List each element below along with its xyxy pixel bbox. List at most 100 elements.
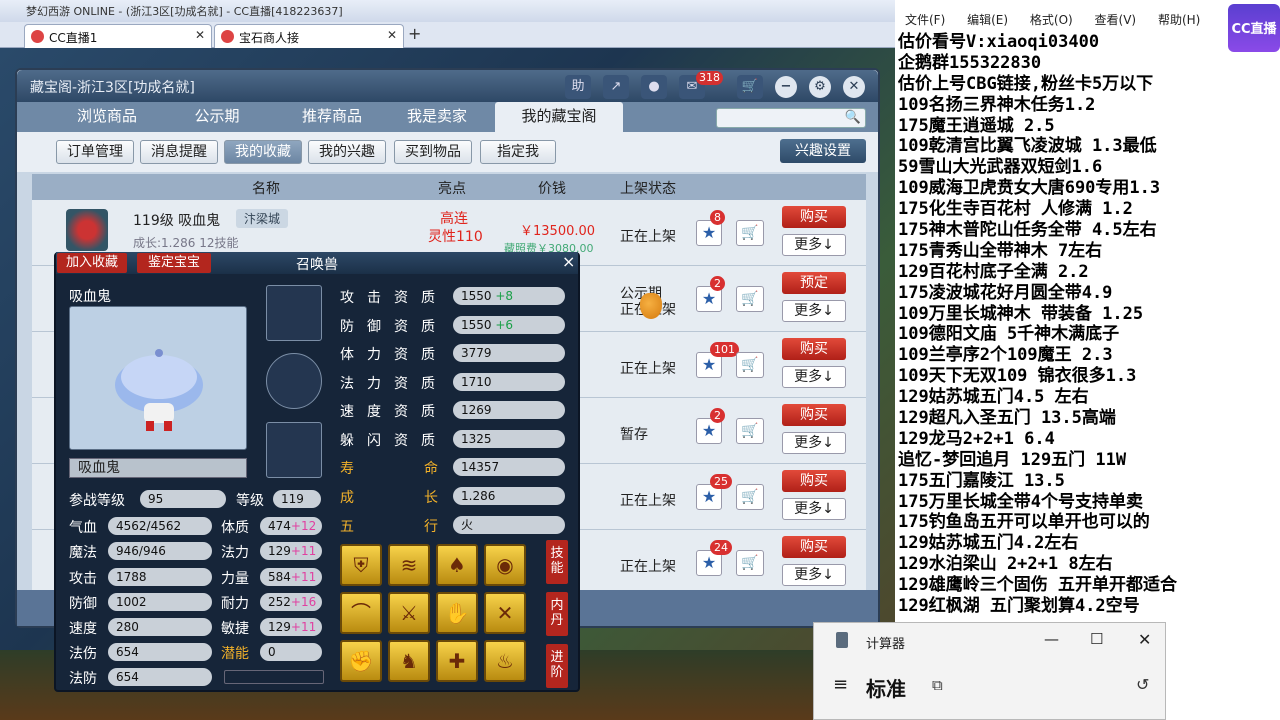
- my-favorites-button[interactable]: 我的收藏: [224, 140, 302, 164]
- add-favorite-button[interactable]: 加入收藏: [57, 253, 127, 273]
- cross-skill-icon[interactable]: ✚: [436, 640, 478, 682]
- message-reminder-button[interactable]: 消息提醒: [140, 140, 218, 164]
- cart-icon[interactable]: 🛒: [736, 418, 764, 444]
- message-icon[interactable]: ✉ 318: [679, 71, 723, 99]
- eye-skill-icon[interactable]: ◉: [484, 544, 526, 586]
- arm-skill-icon[interactable]: ✊: [340, 640, 382, 682]
- text-line: 129水泊梁山 2+2+1 8左右: [898, 554, 1113, 575]
- appraise-pet-button[interactable]: 鉴定宝宝: [137, 253, 211, 273]
- stat-value: 1002: [108, 593, 212, 611]
- gear-icon[interactable]: ⚙: [809, 76, 831, 98]
- close-tab-icon[interactable]: ✕: [387, 28, 397, 42]
- stat-value: 946/946: [108, 542, 212, 560]
- cart-icon[interactable]: 🛒: [736, 484, 764, 510]
- cart-icon[interactable]: 🛒: [737, 75, 763, 99]
- listing-growth: 成长:1.286 12技能: [133, 236, 239, 250]
- more-button[interactable]: 更多↓: [782, 564, 846, 586]
- attr-value: 129+11: [260, 618, 322, 636]
- attr-label: 力量: [221, 571, 249, 587]
- column-status: 上架状态: [620, 181, 676, 197]
- tab-gem-merchant[interactable]: 宝石商人接 ✕: [214, 24, 404, 48]
- more-button[interactable]: 更多↓: [782, 234, 846, 256]
- maximize-button[interactable]: ☐: [1090, 630, 1103, 648]
- beast-skill-icon[interactable]: ♞: [388, 640, 430, 682]
- close-icon[interactable]: ×: [562, 252, 575, 271]
- close-icon[interactable]: ✕: [843, 76, 865, 98]
- fang-skill-icon[interactable]: ♨: [484, 640, 526, 682]
- tab-browse[interactable]: 浏览商品: [57, 102, 157, 132]
- buy-button[interactable]: 购买: [782, 338, 846, 360]
- more-button[interactable]: 更多↓: [782, 432, 846, 454]
- share-icon[interactable]: ↗: [603, 75, 629, 99]
- interest-settings-button[interactable]: 兴趣设置: [780, 139, 866, 163]
- more-button[interactable]: 更多↓: [782, 300, 846, 322]
- figure-skill-icon[interactable]: ♠: [436, 544, 478, 586]
- buy-button[interactable]: 购买: [782, 470, 846, 492]
- hand-cursor-icon: [640, 293, 662, 319]
- reserve-button[interactable]: 预定: [782, 272, 846, 294]
- sword-skill-icon[interactable]: ⚔: [388, 592, 430, 634]
- notepad-text[interactable]: 估价看号V:xiaoqi03400 企鹅群155322830 估价上号CBG链接,粉…: [898, 32, 1278, 617]
- attr-label: 耐力: [221, 596, 249, 612]
- my-interests-button[interactable]: 我的兴趣: [308, 140, 386, 164]
- stat-value: 280: [108, 618, 212, 636]
- menu-help[interactable]: 帮助(H): [1158, 13, 1200, 27]
- tab-advance[interactable]: 进阶: [546, 644, 568, 688]
- keep-on-top-icon[interactable]: ⧉: [932, 676, 943, 694]
- ring-equipment-icon[interactable]: [266, 353, 322, 409]
- equipment-slot-icon[interactable]: [266, 285, 322, 341]
- slash-skill-icon[interactable]: ✕: [484, 592, 526, 634]
- attr-bonus: +16: [290, 595, 317, 609]
- search-icon[interactable]: 🔍: [845, 110, 861, 125]
- minimize-icon[interactable]: −: [775, 76, 797, 98]
- attr-value: 129+11: [260, 542, 322, 560]
- tab-seller[interactable]: 我是卖家: [387, 102, 487, 132]
- more-button[interactable]: 更多↓: [782, 366, 846, 388]
- cart-icon[interactable]: 🛒: [736, 286, 764, 312]
- menu-view[interactable]: 查看(V): [1095, 13, 1137, 27]
- history-icon[interactable]: ↺: [1136, 675, 1149, 694]
- pet-thumbnail[interactable]: [66, 209, 108, 251]
- search-input[interactable]: 🔍: [716, 108, 866, 128]
- fav-count-badge: 8: [710, 210, 725, 225]
- tab-skills[interactable]: 技能: [546, 540, 568, 584]
- attr-value: 474+12: [260, 517, 322, 535]
- armor-equipment-icon[interactable]: [266, 422, 322, 478]
- claw-skill-icon[interactable]: ≋: [388, 544, 430, 586]
- more-button[interactable]: 更多↓: [782, 498, 846, 520]
- cart-icon[interactable]: 🛒: [736, 220, 764, 246]
- hamburger-menu-icon[interactable]: ≡: [833, 674, 848, 695]
- cart-icon[interactable]: 🛒: [736, 550, 764, 576]
- buy-button[interactable]: 购买: [782, 536, 846, 558]
- cc-favicon-icon: [221, 30, 234, 43]
- listing-name[interactable]: 119级 吸血鬼: [133, 210, 220, 230]
- close-tab-icon[interactable]: ✕: [195, 28, 205, 42]
- minimize-button[interactable]: —: [1044, 630, 1059, 648]
- designated-me-button[interactable]: 指定我: [480, 140, 556, 164]
- menu-edit[interactable]: 编辑(E): [967, 13, 1008, 27]
- tab-my-cbg[interactable]: 我的藏宝阁: [495, 102, 623, 132]
- wing-skill-icon[interactable]: ⌒: [340, 592, 382, 634]
- bought-items-button[interactable]: 买到物品: [394, 140, 472, 164]
- tab-inner-core[interactable]: 内丹: [546, 592, 568, 636]
- buy-button[interactable]: 购买: [782, 404, 846, 426]
- buy-button[interactable]: 购买: [782, 206, 846, 228]
- fav-count-badge: 2: [710, 408, 725, 423]
- menu-format[interactable]: 格式(O): [1030, 13, 1073, 27]
- tab-public[interactable]: 公示期: [167, 102, 267, 132]
- close-button[interactable]: ✕: [1138, 630, 1151, 649]
- tab-cc-live[interactable]: CC直播1 ✕: [24, 24, 212, 48]
- message-count-badge: 318: [696, 71, 723, 85]
- record-icon[interactable]: ●: [641, 75, 667, 99]
- menu-file[interactable]: 文件(F): [905, 13, 945, 27]
- help-button[interactable]: 助: [565, 75, 591, 99]
- shield-skill-icon[interactable]: ⛨: [340, 544, 382, 586]
- cart-icon[interactable]: 🛒: [736, 352, 764, 378]
- pet-name-field[interactable]: 吸血鬼: [69, 458, 247, 478]
- tab-recommend[interactable]: 推荐商品: [277, 102, 387, 132]
- new-tab-button[interactable]: +: [408, 24, 421, 43]
- status: 正在上架: [620, 229, 676, 245]
- magic-skill-icon[interactable]: ✋: [436, 592, 478, 634]
- order-management-button[interactable]: 订单管理: [56, 140, 134, 164]
- aptitude-value: 1269: [453, 401, 565, 419]
